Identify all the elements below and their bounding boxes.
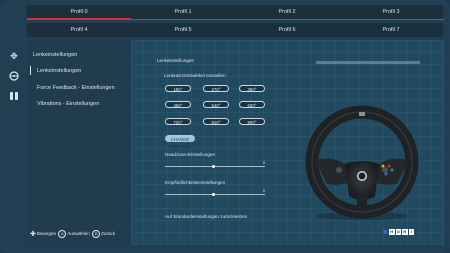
angle-section-label: Lenkrad-Drehwinkel einstellen bbox=[164, 73, 226, 78]
tab-profile-0[interactable]: Profil 0 bbox=[27, 5, 131, 19]
menu-title: Lenkeinstellungen bbox=[33, 52, 78, 58]
menu-item-force-feedback[interactable]: Force Feedback - Einstellungen bbox=[37, 85, 115, 91]
angle-option-900[interactable]: 900° bbox=[239, 118, 265, 125]
icon-rail: ✥ bbox=[0, 40, 27, 253]
dpad-icon[interactable]: ✥ bbox=[8, 50, 20, 62]
settings-panel: Lenkeinstellungen Lenkrad-Drehwinkel ein… bbox=[131, 40, 444, 245]
app-window: Profil 0 Profil 1 Profil 2 Profil 3 Prof… bbox=[0, 0, 450, 253]
tab-profile-2[interactable]: Profil 2 bbox=[235, 5, 339, 19]
tab-profile-5[interactable]: Profil 5 bbox=[131, 23, 235, 37]
hori-logo: H O R I bbox=[383, 229, 417, 236]
reset-defaults-button[interactable]: Auf Standardeinstellungen zurücksetzen bbox=[165, 214, 247, 219]
tabs-divider bbox=[27, 19, 444, 20]
angle-option-180[interactable]: 180° bbox=[165, 85, 191, 92]
pedals-icon[interactable] bbox=[8, 90, 20, 102]
angle-option-270[interactable]: 270° bbox=[203, 85, 229, 92]
b-button-icon: B bbox=[92, 230, 101, 238]
angle-option-450[interactable]: 450° bbox=[165, 101, 191, 108]
angle-option-630[interactable]: 630° bbox=[239, 101, 265, 108]
hint-move: Bewegen bbox=[36, 231, 57, 237]
deadzone-label: Deadzone-Einstellungen bbox=[165, 152, 216, 157]
tab-profile-3[interactable]: Profil 3 bbox=[339, 5, 443, 19]
sensitivity-label: Empfindlichkeitseinstellungen bbox=[165, 180, 226, 185]
sensitivity-slider[interactable] bbox=[165, 193, 265, 196]
tab-profile-6[interactable]: Profil 6 bbox=[235, 23, 339, 37]
profile-tabs: Profil 0 Profil 1 Profil 2 Profil 3 Prof… bbox=[27, 5, 444, 37]
hint-select: Auswählen bbox=[67, 231, 90, 237]
panel-indicator-bar bbox=[316, 61, 420, 64]
angle-option-810[interactable]: 810° bbox=[203, 118, 229, 125]
tab-profile-1[interactable]: Profil 1 bbox=[131, 5, 235, 19]
sensitivity-slider-knob[interactable] bbox=[212, 193, 215, 196]
logo-letter-r: R bbox=[402, 229, 408, 235]
deadzone-slider-knob[interactable] bbox=[212, 165, 215, 168]
tab-profile-4[interactable]: Profil 4 bbox=[27, 23, 131, 37]
panel-title: Lenkeinstellungen bbox=[157, 58, 195, 63]
button-hints: ✚Bewegen A Auswählen B Zurück bbox=[30, 230, 115, 238]
deadzone-slider[interactable] bbox=[165, 165, 265, 168]
angle-option-720[interactable]: 720° bbox=[165, 118, 191, 125]
a-button-icon: A bbox=[58, 230, 67, 238]
angle-option-540[interactable]: 540° bbox=[203, 101, 229, 108]
menu-item-steering[interactable]: Lenkeinstellungen bbox=[37, 68, 81, 74]
logo-letter-h: H bbox=[389, 229, 395, 235]
deadzone-value: 0 bbox=[263, 160, 266, 165]
logo-letter-o: O bbox=[395, 229, 401, 235]
steering-wheel-icon[interactable] bbox=[8, 70, 20, 82]
logo-dot-icon bbox=[383, 230, 387, 234]
hint-back: Zurück bbox=[101, 231, 116, 237]
sensitivity-value: 0 bbox=[263, 188, 266, 193]
settings-menu: Lenkeinstellungen Lenkeinstellungen Forc… bbox=[27, 40, 130, 245]
angle-option-360[interactable]: 360° bbox=[239, 85, 265, 92]
change-setting-button[interactable]: CHANGE SETTING bbox=[165, 135, 195, 149]
dpad-hint-icon: ✚ bbox=[30, 231, 36, 238]
menu-item-vibration[interactable]: Vibrations - Einstellungen bbox=[37, 101, 99, 107]
tab-profile-7[interactable]: Profil 7 bbox=[339, 23, 443, 37]
logo-letter-i: I bbox=[408, 229, 414, 235]
selection-indicator bbox=[30, 66, 31, 75]
steering-wheel-image bbox=[305, 105, 419, 220]
